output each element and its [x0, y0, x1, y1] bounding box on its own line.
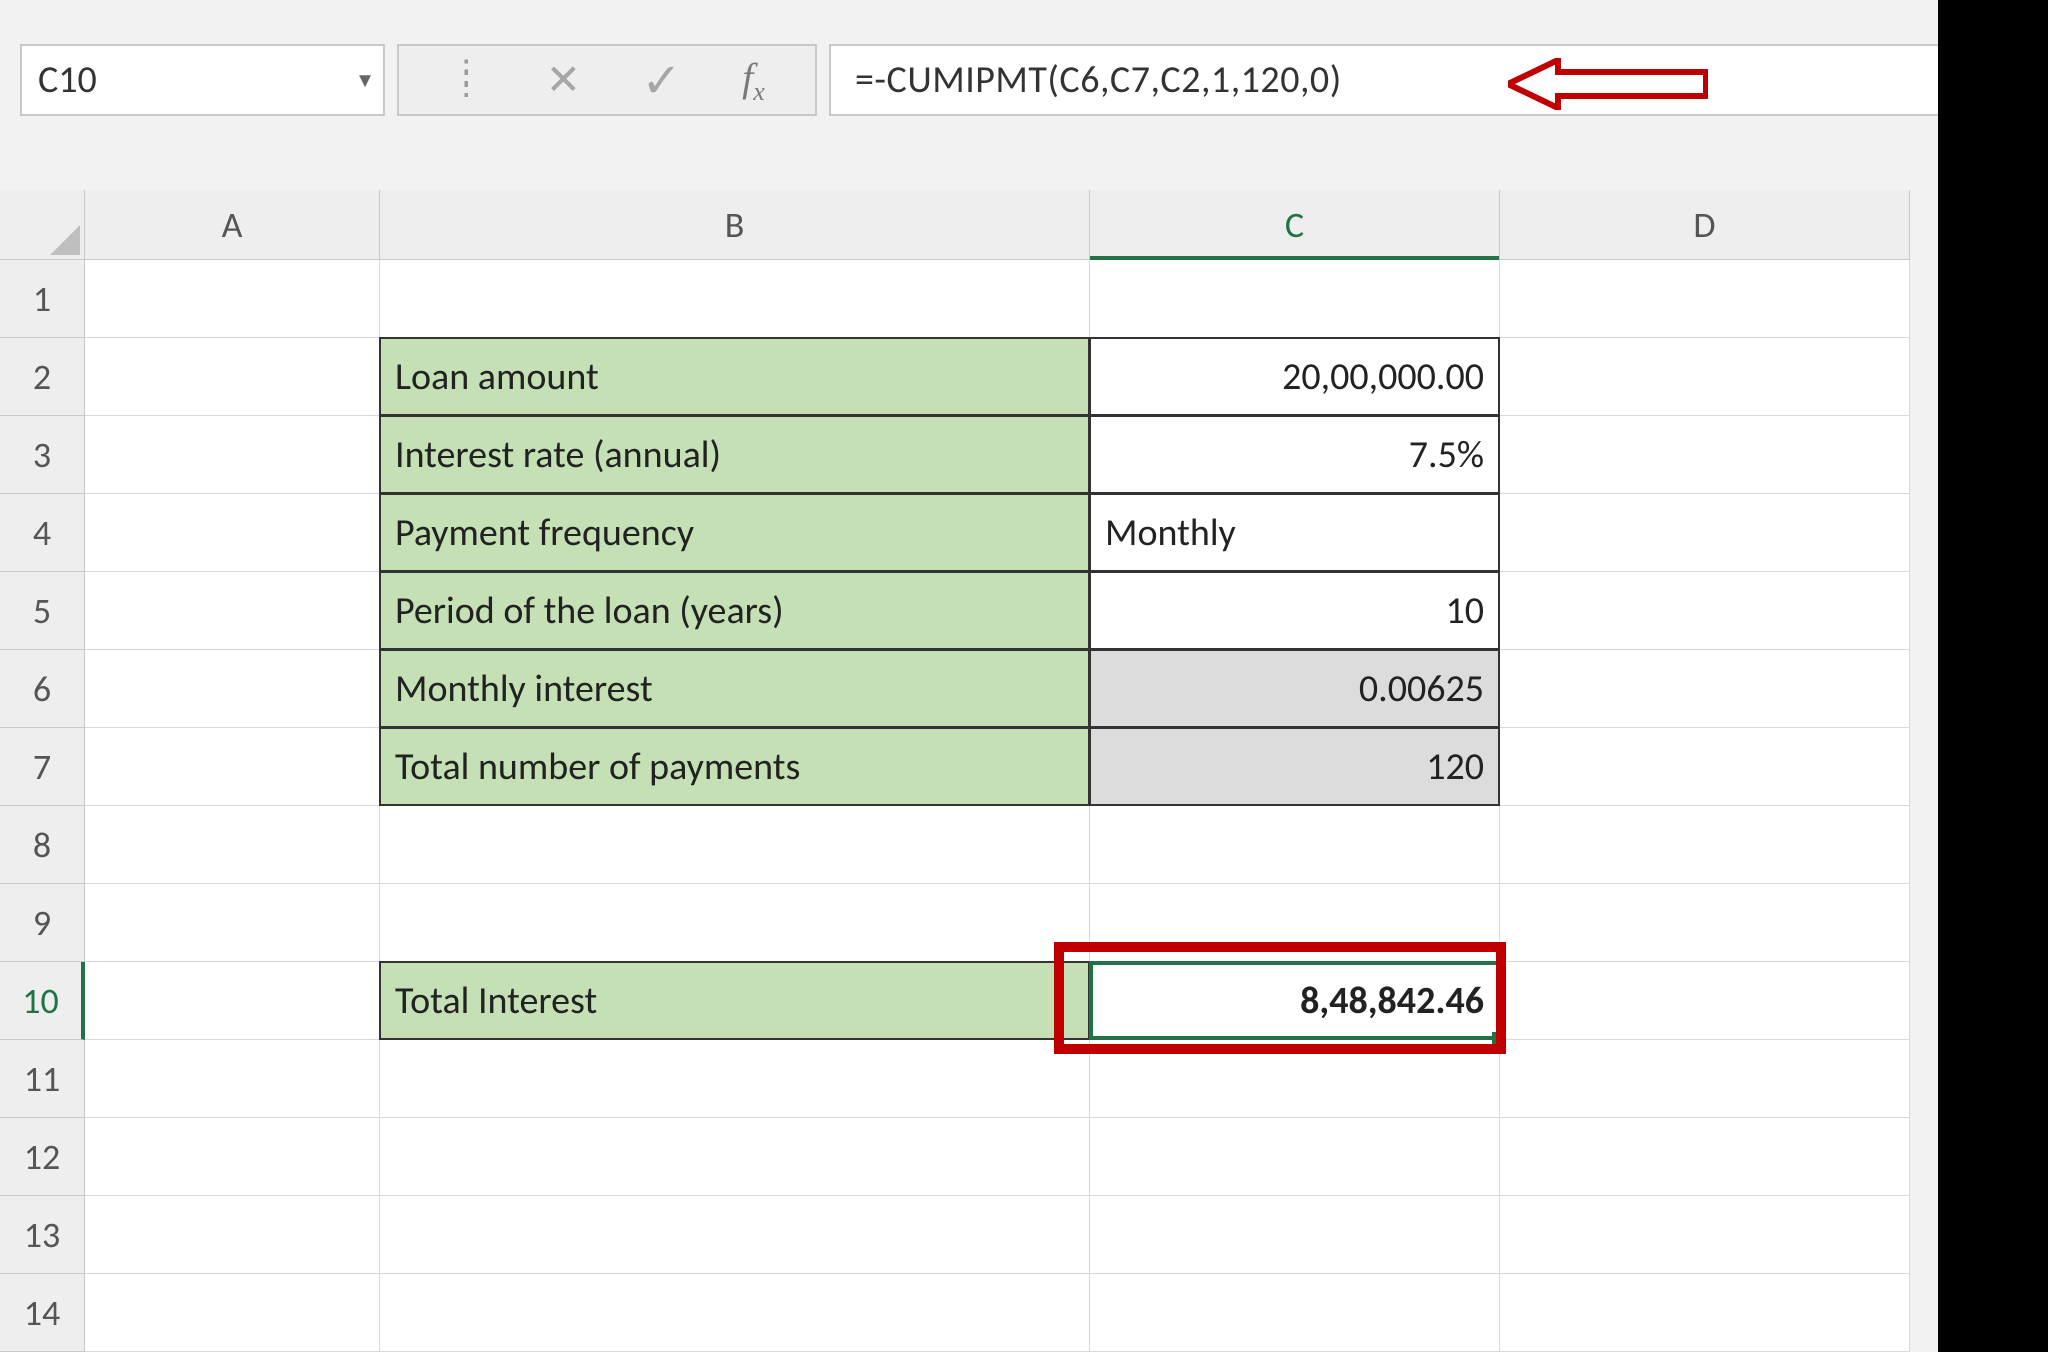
cell-C5[interactable]: 10	[1089, 571, 1500, 650]
cell-C13[interactable]	[1090, 1196, 1500, 1274]
col-header-D[interactable]: D	[1500, 190, 1910, 260]
row-header[interactable]: 2	[0, 338, 85, 416]
cell-B6[interactable]: Monthly interest	[379, 649, 1090, 728]
cell-B9[interactable]	[380, 884, 1090, 962]
cell-A3[interactable]	[85, 416, 380, 494]
formula-controls: ⋮⋮ ✕ ✓ fx	[397, 44, 817, 116]
cell-C2[interactable]: 20,00,000.00	[1089, 337, 1500, 416]
cell-B10[interactable]: Total Interest	[379, 961, 1090, 1040]
cell-C9[interactable]	[1090, 884, 1500, 962]
row-header[interactable]: 6	[0, 650, 85, 728]
cell-A4[interactable]	[85, 494, 380, 572]
cell-B5[interactable]: Period of the loan (years)	[379, 571, 1090, 650]
col-header-A[interactable]: A	[85, 190, 380, 260]
cell-D13[interactable]	[1500, 1196, 1910, 1274]
cell-B7[interactable]: Total number of payments	[379, 727, 1090, 806]
cell-A7[interactable]	[85, 728, 380, 806]
column-headers: A B C D	[0, 190, 1910, 260]
row-header[interactable]: 1	[0, 260, 85, 338]
cell-reference: C10	[38, 57, 97, 103]
cell-A13[interactable]	[85, 1196, 380, 1274]
worksheet-grid[interactable]: A B C D 1 2 Loan amount 20,00,000.00 3 I…	[0, 190, 1910, 1352]
row-header[interactable]: 14	[0, 1274, 85, 1352]
cell-C3[interactable]: 7.5%	[1089, 415, 1500, 494]
crop-mask	[1938, 0, 2048, 1352]
cell-C10[interactable]: 8,48,842.46	[1089, 961, 1500, 1040]
cell-C8[interactable]	[1090, 806, 1500, 884]
col-header-C[interactable]: C	[1090, 190, 1500, 260]
enter-icon[interactable]: ✓	[641, 51, 681, 110]
cell-B14[interactable]	[380, 1274, 1090, 1352]
annotation-arrow-icon	[1508, 58, 1708, 110]
cell-A14[interactable]	[85, 1274, 380, 1352]
cell-C14[interactable]	[1090, 1274, 1500, 1352]
cell-A1[interactable]	[85, 260, 380, 338]
cell-A11[interactable]	[85, 1040, 380, 1118]
cell-D14[interactable]	[1500, 1274, 1910, 1352]
row-header[interactable]: 5	[0, 572, 85, 650]
cell-A6[interactable]	[85, 650, 380, 728]
cell-C6[interactable]: 0.00625	[1089, 649, 1500, 728]
cell-A8[interactable]	[85, 806, 380, 884]
drag-handle-icon: ⋮⋮	[449, 70, 485, 90]
cell-D9[interactable]	[1500, 884, 1910, 962]
row-header[interactable]: 10	[0, 962, 85, 1040]
cell-B1[interactable]	[380, 260, 1090, 338]
select-all-triangle-icon[interactable]	[0, 190, 85, 260]
cell-B3[interactable]: Interest rate (annual)	[379, 415, 1090, 494]
cell-B13[interactable]	[380, 1196, 1090, 1274]
cell-D5[interactable]	[1500, 572, 1910, 650]
cell-D12[interactable]	[1500, 1118, 1910, 1196]
row-header[interactable]: 8	[0, 806, 85, 884]
row-header[interactable]: 13	[0, 1196, 85, 1274]
cell-A10[interactable]	[85, 962, 380, 1040]
cell-D10[interactable]	[1500, 962, 1910, 1040]
cell-C12[interactable]	[1090, 1118, 1500, 1196]
cell-D4[interactable]	[1500, 494, 1910, 572]
name-box[interactable]: C10 ▾	[20, 44, 385, 116]
cell-D2[interactable]	[1500, 338, 1910, 416]
row-header[interactable]: 9	[0, 884, 85, 962]
cell-D11[interactable]	[1500, 1040, 1910, 1118]
cell-A9[interactable]	[85, 884, 380, 962]
cell-D3[interactable]	[1500, 416, 1910, 494]
cancel-icon[interactable]: ✕	[546, 55, 581, 106]
cell-B12[interactable]	[380, 1118, 1090, 1196]
cell-B11[interactable]	[380, 1040, 1090, 1118]
cell-C11[interactable]	[1090, 1040, 1500, 1118]
cell-C4[interactable]: Monthly	[1089, 493, 1500, 572]
cell-B8[interactable]	[380, 806, 1090, 884]
name-box-dropdown-icon[interactable]: ▾	[359, 66, 371, 95]
formula-bar: C10 ▾ ⋮⋮ ✕ ✓ fx =-CUMIPMT(C6,C7,C2,1,120…	[0, 40, 2048, 120]
cell-D8[interactable]	[1500, 806, 1910, 884]
row-header[interactable]: 3	[0, 416, 85, 494]
cell-B2[interactable]: Loan amount	[379, 337, 1090, 416]
cell-B4[interactable]: Payment frequency	[379, 493, 1090, 572]
fx-icon[interactable]: fx	[742, 54, 765, 107]
cell-C7[interactable]: 120	[1089, 727, 1500, 806]
cell-A2[interactable]	[85, 338, 380, 416]
cell-D1[interactable]	[1500, 260, 1910, 338]
cell-A5[interactable]	[85, 572, 380, 650]
row-header[interactable]: 7	[0, 728, 85, 806]
grid-body: 1 2 Loan amount 20,00,000.00 3 Interest …	[0, 260, 1910, 1352]
col-header-B[interactable]: B	[380, 190, 1090, 260]
cell-D6[interactable]	[1500, 650, 1910, 728]
row-header[interactable]: 4	[0, 494, 85, 572]
cell-A12[interactable]	[85, 1118, 380, 1196]
formula-input[interactable]: =-CUMIPMT(C6,C7,C2,1,120,0)	[829, 44, 2028, 116]
formula-text: =-CUMIPMT(C6,C7,C2,1,120,0)	[855, 57, 1342, 103]
cell-C1[interactable]	[1090, 260, 1500, 338]
row-header[interactable]: 12	[0, 1118, 85, 1196]
row-header[interactable]: 11	[0, 1040, 85, 1118]
cell-D7[interactable]	[1500, 728, 1910, 806]
